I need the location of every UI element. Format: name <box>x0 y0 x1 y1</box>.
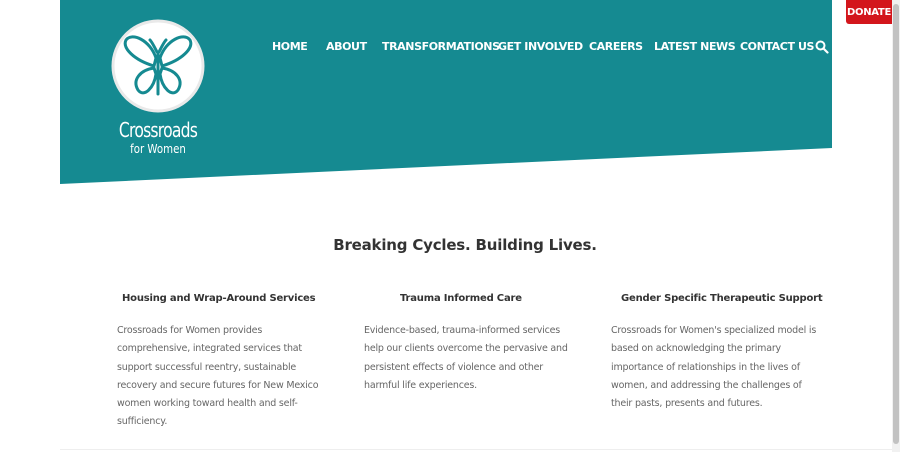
service-trauma: Trauma Informed Care Evidence-based, tra… <box>364 293 572 395</box>
butterfly-icon <box>111 19 205 113</box>
service-gender-specific: Gender Specific Therapeutic Support Cros… <box>611 293 823 413</box>
nav-careers[interactable]: CAREERS <box>589 40 643 53</box>
site-logo[interactable] <box>110 18 206 114</box>
logo-title: Crossroads <box>118 118 198 142</box>
service-title: Housing and Wrap-Around Services <box>122 293 316 304</box>
tagline: Breaking Cycles. Building Lives. <box>333 236 597 254</box>
nav-transformations[interactable]: TRANSFORMATIONS <box>382 40 500 53</box>
donate-button[interactable]: DONATE <box>846 0 892 24</box>
nav-about[interactable]: ABOUT <box>326 40 367 53</box>
logo-subtitle: for Women <box>130 142 186 156</box>
service-description: Evidence-based, trauma-informed services… <box>364 325 568 391</box>
divider <box>60 449 892 450</box>
nav-get-involved[interactable]: GET INVOLVED <box>498 40 583 53</box>
scrollbar-thumb[interactable] <box>893 4 899 444</box>
nav-contact-us[interactable]: CONTACT US <box>740 40 814 53</box>
search-icon[interactable] <box>815 39 829 54</box>
service-title: Gender Specific Therapeutic Support <box>621 293 823 304</box>
nav-latest-news[interactable]: LATEST NEWS <box>654 40 736 53</box>
service-housing: Housing and Wrap-Around Services Crossro… <box>117 293 332 432</box>
service-description: Crossroads for Women's specialized model… <box>611 325 817 410</box>
service-description: Crossroads for Women provides comprehens… <box>117 325 319 428</box>
service-title: Trauma Informed Care <box>400 293 522 304</box>
nav-home[interactable]: HOME <box>272 40 308 53</box>
